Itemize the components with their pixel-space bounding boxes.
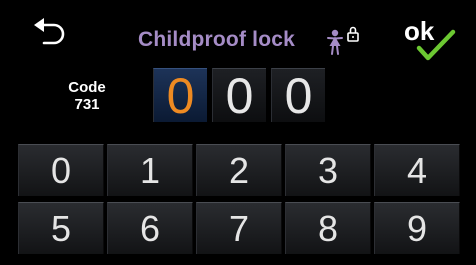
numeric-keypad: 0 1 2 3 4 5 6 7 8 9	[18, 144, 460, 256]
keypad-key-4[interactable]: 4	[374, 144, 460, 196]
keypad-key-0[interactable]: 0	[18, 144, 104, 196]
code-hint-value: 731	[74, 96, 100, 113]
keypad-key-9[interactable]: 9	[374, 202, 460, 254]
keypad-key-3[interactable]: 3	[285, 144, 371, 196]
keypad-key-1[interactable]: 1	[107, 144, 193, 196]
check-icon	[416, 29, 456, 61]
page-title: Childproof lock	[138, 28, 295, 51]
keypad-key-7[interactable]: 7	[196, 202, 282, 254]
keypad-key-5[interactable]: 5	[18, 202, 104, 254]
code-digit-3[interactable]: 0	[271, 68, 325, 123]
code-digit-1[interactable]: 0	[153, 68, 207, 123]
keypad-key-6[interactable]: 6	[107, 202, 193, 254]
child-lock-icon	[327, 26, 359, 55]
back-arrow-icon	[34, 18, 65, 45]
ok-button[interactable]: ok	[404, 16, 458, 68]
code-hint-label: Code	[68, 79, 106, 96]
keypad-key-2[interactable]: 2	[196, 144, 282, 196]
back-button[interactable]	[30, 14, 74, 48]
code-digit-2[interactable]: 0	[212, 68, 266, 123]
code-hint: Code 731	[58, 79, 116, 113]
keypad-key-8[interactable]: 8	[285, 202, 371, 254]
